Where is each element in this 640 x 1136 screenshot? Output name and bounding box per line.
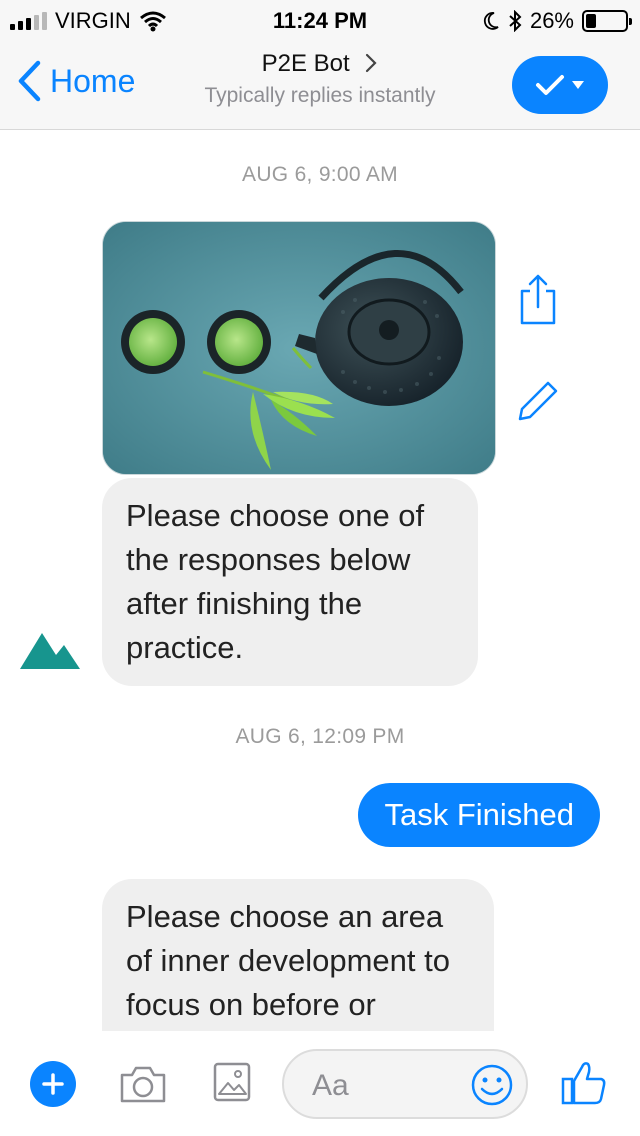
message-input[interactable]: Aa: [282, 1049, 528, 1119]
bot-subtitle: Typically replies instantly: [204, 84, 436, 107]
more-actions-button[interactable]: [30, 1061, 76, 1107]
back-button-label: Home: [50, 62, 136, 99]
status-action-button[interactable]: [512, 56, 608, 114]
status-bar: VIRGIN 11:24 PM 26%: [0, 0, 640, 40]
bot-name: P2E Bot: [261, 50, 350, 77]
pencil-icon[interactable]: [516, 377, 562, 423]
conversation-header: Home P2E Bot Typically replies instantly: [0, 40, 640, 130]
moon-icon: [483, 12, 499, 30]
user-message-bubble[interactable]: Task Finished: [358, 783, 600, 847]
battery-icon: [582, 10, 632, 32]
plus-icon: [42, 1073, 64, 1095]
bluetooth-icon: [509, 10, 522, 32]
teapot-image[interactable]: [102, 221, 496, 475]
conversation-title[interactable]: P2E Bot Typically replies instantly: [160, 50, 480, 108]
bot-message-bubble[interactable]: Please choose one of the responses below…: [102, 478, 478, 686]
chevron-left-icon: [18, 60, 41, 102]
chevron-right-icon: [366, 53, 377, 73]
teapot-image-graphic: [103, 222, 495, 474]
camera-icon[interactable]: [118, 1063, 168, 1105]
gallery-icon[interactable]: [212, 1061, 252, 1103]
message-input-placeholder: Aa: [312, 1069, 349, 1102]
caret-down-icon: [572, 81, 584, 89]
timestamp-divider: AUG 6, 12:09 PM: [235, 725, 405, 748]
message-composer: Aa: [0, 1031, 640, 1136]
message-list[interactable]: AUG 6, 9:00 AM Please choose one of the …: [0, 131, 640, 1031]
status-bar-right: 26%: [482, 8, 632, 34]
timestamp-divider: AUG 6, 9:00 AM: [242, 163, 398, 186]
battery-fill: [586, 14, 596, 28]
back-button[interactable]: Home: [16, 60, 135, 102]
share-icon[interactable]: [518, 273, 558, 327]
checkmark-icon: [536, 75, 564, 95]
thumbs-up-icon[interactable]: [560, 1059, 608, 1107]
emoji-icon[interactable]: [470, 1063, 514, 1107]
bot-message-bubble[interactable]: Please choose an area of inner developme…: [102, 879, 494, 1031]
battery-percent: 26%: [529, 8, 574, 33]
bot-avatar-mountain-icon: [20, 633, 80, 669]
